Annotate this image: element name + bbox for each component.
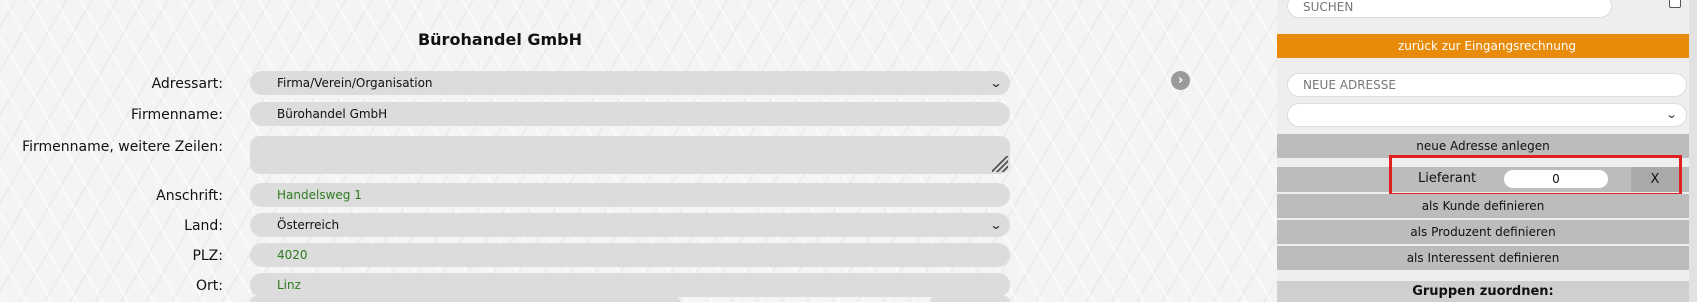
new-address-placeholder: NEUE ADRESSE bbox=[1303, 78, 1396, 92]
sidebar-checkbox[interactable] bbox=[1669, 0, 1681, 8]
define-producer-button[interactable]: als Produzent definieren bbox=[1277, 220, 1689, 244]
plz-value: 4020 bbox=[277, 248, 308, 262]
define-prospect-button[interactable]: als Interessent definieren bbox=[1277, 246, 1689, 270]
chevron-down-icon: ⌄ bbox=[989, 76, 1003, 90]
next-arrow-button[interactable]: › bbox=[1171, 71, 1190, 90]
anschrift-input[interactable]: Handelsweg 1 bbox=[250, 183, 1010, 207]
resize-grip-icon[interactable] bbox=[992, 156, 1008, 172]
chevron-down-icon: ⌄ bbox=[1665, 108, 1678, 121]
label-plz: PLZ: bbox=[192, 248, 223, 264]
adressart-select[interactable]: Firma/Verein/Organisation ⌄ bbox=[250, 71, 1010, 95]
plz-input[interactable]: 4020 bbox=[250, 243, 1010, 267]
groups-heading: Gruppen zuordnen: bbox=[1277, 281, 1689, 302]
page-title: Bürohandel GmbH bbox=[417, 30, 583, 49]
ort-input[interactable]: Linz bbox=[250, 273, 1010, 297]
firmenname-weitere-textarea[interactable] bbox=[250, 136, 1010, 174]
label-ort: Ort: bbox=[196, 278, 223, 294]
new-address-input[interactable]: NEUE ADRESSE bbox=[1287, 73, 1687, 97]
search-placeholder: SUCHEN bbox=[1303, 0, 1354, 14]
chevron-down-icon: ⌄ bbox=[989, 218, 1003, 232]
sidebar-scrollbar[interactable] bbox=[1689, 0, 1697, 302]
adressart-value: Firma/Verein/Organisation bbox=[277, 76, 433, 90]
search-input[interactable]: SUCHEN bbox=[1287, 0, 1612, 18]
partial-field-left[interactable] bbox=[250, 296, 680, 302]
define-customer-button[interactable]: als Kunde definieren bbox=[1277, 194, 1689, 218]
back-to-invoice-button[interactable]: zurück zur Eingangsrechnung bbox=[1277, 34, 1697, 58]
land-value: Österreich bbox=[277, 218, 340, 232]
label-firmenname: Firmenname: bbox=[131, 107, 223, 123]
firmenname-input[interactable]: Bürohandel GmbH bbox=[250, 102, 1010, 126]
ort-value: Linz bbox=[277, 278, 301, 292]
label-firmenname-weitere: Firmenname, weitere Zeilen: bbox=[22, 139, 223, 155]
anschrift-value: Handelsweg 1 bbox=[277, 188, 362, 202]
highlight-box bbox=[1389, 155, 1682, 196]
label-land: Land: bbox=[184, 218, 223, 234]
new-address-select[interactable]: ⌄ bbox=[1287, 103, 1687, 127]
label-anschrift: Anschrift: bbox=[156, 188, 223, 204]
label-adressart: Adressart: bbox=[151, 76, 223, 92]
partial-field-right[interactable] bbox=[930, 296, 1010, 302]
firmenname-value: Bürohandel GmbH bbox=[277, 107, 388, 121]
land-select[interactable]: Österreich ⌄ bbox=[250, 213, 1010, 237]
